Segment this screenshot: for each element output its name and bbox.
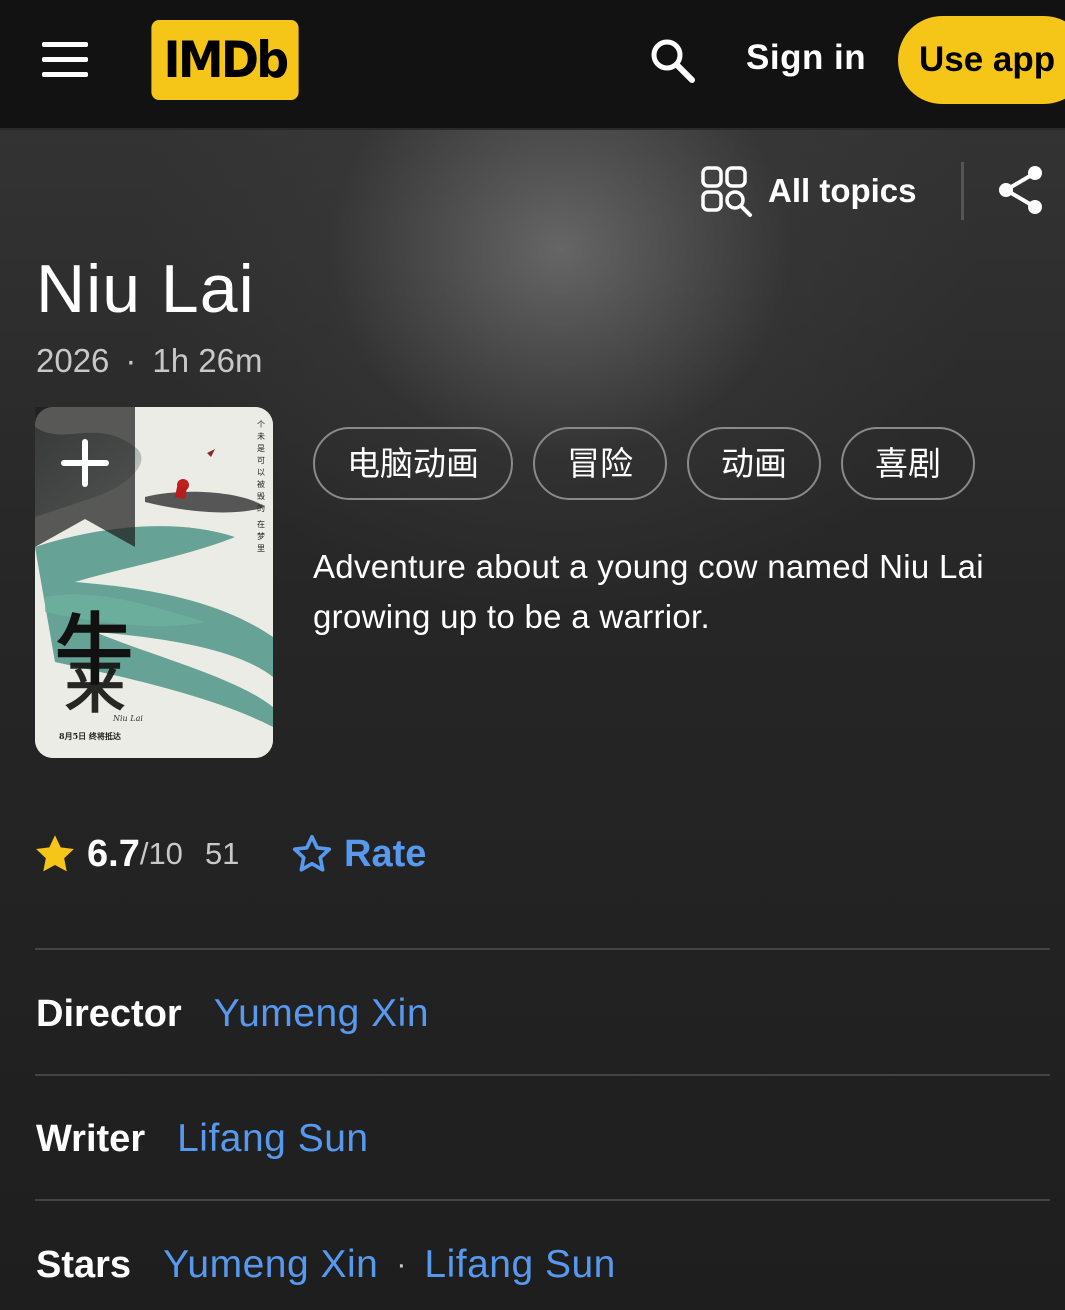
svg-text:的: 的 [257, 503, 265, 513]
svg-text:个: 个 [257, 420, 265, 429]
top-nav-bar: IMDb Sign in Use app [0, 0, 1065, 130]
divider [35, 948, 1050, 950]
rating-count: 51 [204, 836, 240, 871]
sign-in-link[interactable]: Sign in [746, 38, 866, 78]
svg-text:以: 以 [257, 468, 265, 477]
svg-text:被: 被 [257, 479, 265, 489]
genre-chip[interactable]: 电脑动画 [313, 427, 513, 500]
credit-role: Stars [36, 1243, 132, 1286]
release-year[interactable]: 2026 [36, 342, 109, 379]
genre-chip[interactable]: 动画 [687, 427, 821, 500]
credit-role: Director [36, 992, 182, 1035]
credit-row-writer: Writer Lifang Sun [36, 1109, 369, 1169]
credit-row-stars: Stars Yumeng Xin · Lifang Sun [36, 1235, 616, 1295]
imdb-logo[interactable]: IMDb [151, 20, 299, 100]
all-topics-button[interactable]: All topics [700, 165, 917, 217]
svg-text:是: 是 [257, 444, 265, 453]
star-filled-icon [36, 835, 74, 872]
rate-button[interactable]: Rate [290, 826, 426, 882]
runtime: 1h 26m [152, 342, 263, 379]
rate-label: Rate [344, 832, 427, 875]
meta-separator: · [125, 342, 137, 379]
svg-text:可: 可 [257, 456, 265, 465]
svg-text:未: 未 [257, 431, 265, 441]
use-app-button[interactable]: Use app [898, 16, 1065, 104]
star-link[interactable]: Yumeng Xin [163, 1243, 378, 1287]
svg-text:里: 里 [257, 544, 265, 553]
star-outline-icon [292, 834, 332, 872]
toolbar-divider [961, 162, 964, 220]
divider [35, 1199, 1050, 1201]
genre-chip[interactable]: 冒险 [533, 427, 667, 500]
plot-summary: Adventure about a young cow named Niu La… [313, 548, 984, 635]
share-icon[interactable] [996, 164, 1046, 216]
menu-icon[interactable] [42, 42, 88, 78]
rating-score: 6.7 [87, 832, 140, 875]
star-link[interactable]: Lifang Sun [424, 1243, 616, 1287]
imdb-rating[interactable]: 6.7/10 51 [33, 826, 239, 882]
poster-date-text: 8月5日 终将抵达 [59, 731, 121, 741]
search-icon[interactable] [648, 36, 696, 84]
all-topics-label: All topics [768, 172, 917, 209]
credit-role: Writer [36, 1117, 146, 1160]
director-link[interactable]: Yumeng Xin [214, 992, 429, 1036]
divider [35, 1074, 1050, 1076]
svg-text:来: 来 [65, 652, 125, 722]
page-title: Niu Lai [36, 251, 255, 327]
all-topics-icon [701, 166, 752, 217]
stars-separator: · [396, 1248, 407, 1281]
credit-row-director: Director Yumeng Xin [36, 984, 429, 1044]
title-meta: 2026 · 1h 26m [36, 342, 263, 380]
genre-chips: 电脑动画 冒险 动画 喜剧 [313, 427, 975, 500]
svg-text:毁: 毁 [257, 492, 265, 501]
add-watchlist-button[interactable] [35, 407, 135, 547]
genre-chip[interactable]: 喜剧 [841, 427, 975, 500]
writer-link[interactable]: Lifang Sun [177, 1117, 369, 1161]
svg-text:梦: 梦 [257, 532, 265, 541]
poster-title-text: Niu Lai [112, 714, 143, 723]
svg-text:在: 在 [257, 519, 265, 529]
rating-max: /10 [139, 836, 183, 871]
